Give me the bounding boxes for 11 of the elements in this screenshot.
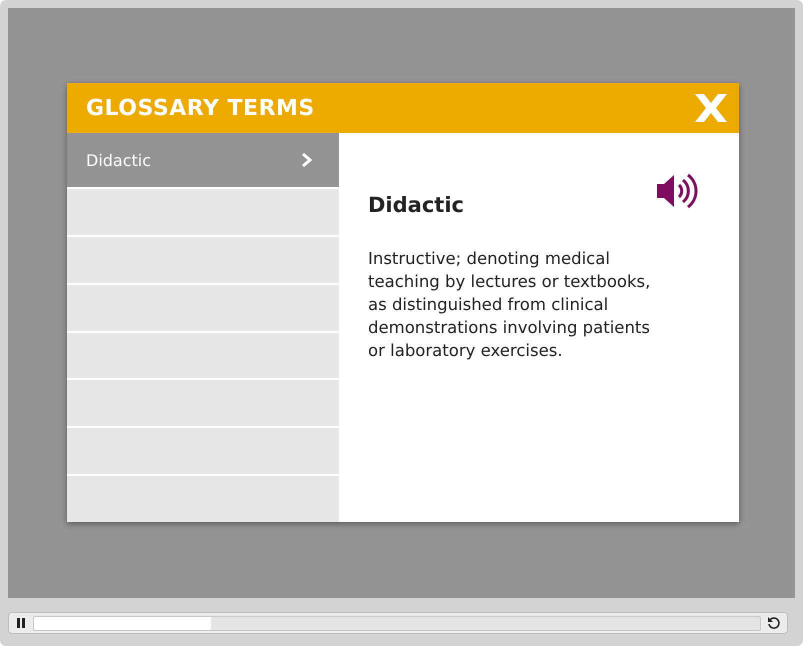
term-heading: Didactic (368, 193, 464, 217)
replay-button[interactable] (767, 616, 781, 630)
pause-icon (15, 617, 27, 629)
pause-button[interactable] (15, 617, 27, 629)
close-icon (693, 92, 729, 124)
replay-icon (767, 616, 781, 630)
definition-text: Instructive; denoting medical teaching by lectures or textbooks, as distinguished from clinical demonstrations involving patients or laboratory exercises. (368, 248, 652, 362)
dialog-title: GLOSSARY TERMS (86, 96, 315, 120)
term-item[interactable]: Didactic (67, 133, 339, 187)
progress-track[interactable] (33, 616, 761, 630)
chevron-icon (301, 152, 313, 168)
